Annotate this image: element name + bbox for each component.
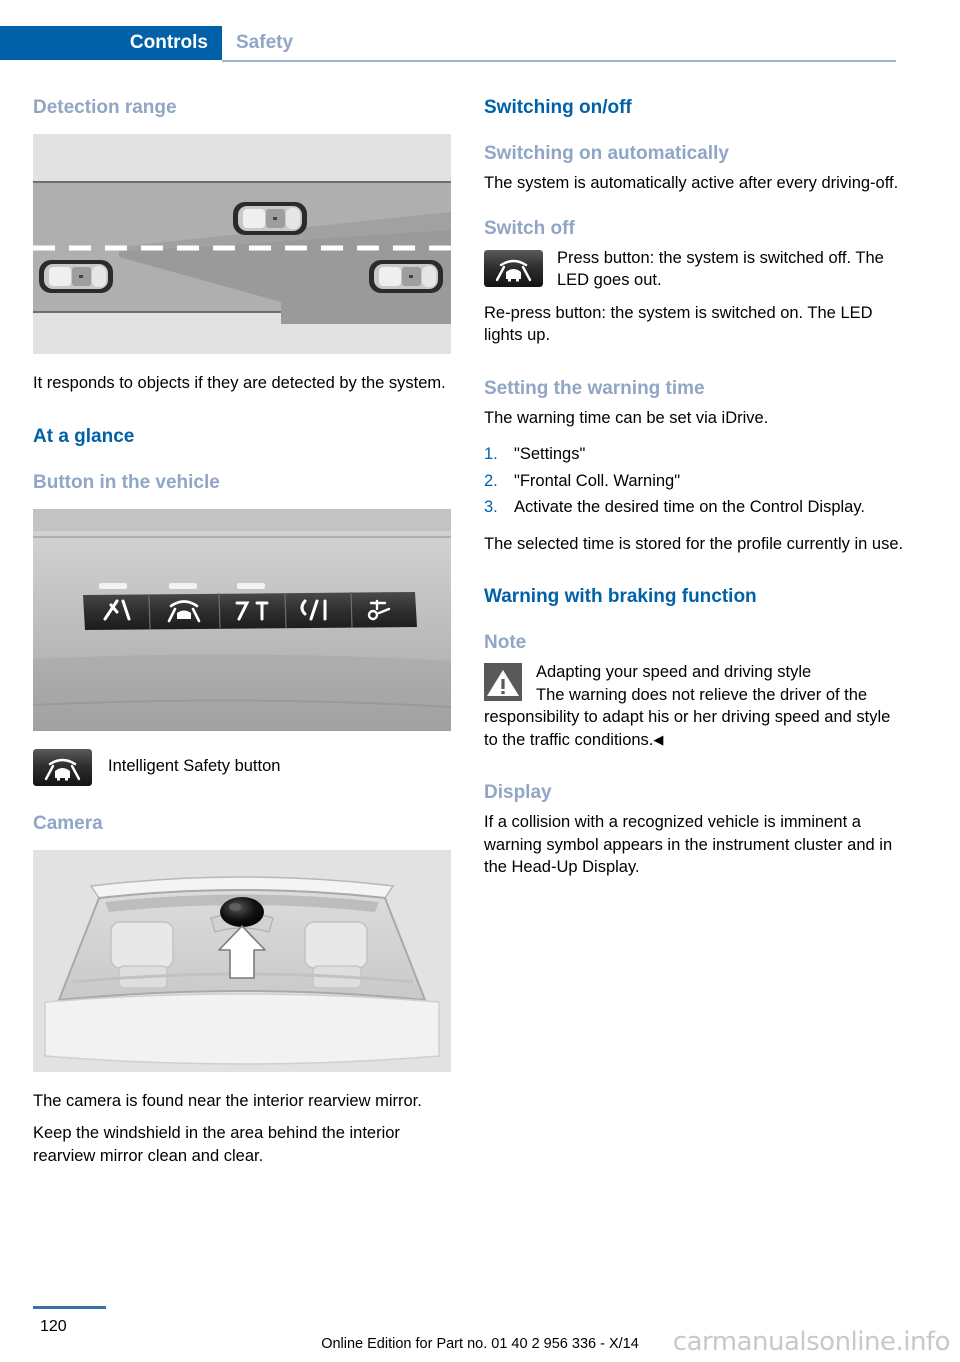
step-number: 2. xyxy=(484,471,498,490)
site-watermark: carmanualsonline.info xyxy=(672,1327,951,1357)
para-system-auto-active: The system is automatically active after… xyxy=(484,174,899,192)
heading-button-in-the-vehicle: Button in the vehicle xyxy=(33,471,220,493)
warning-triangle-icon xyxy=(484,663,522,701)
figure-button-panel xyxy=(33,508,451,731)
tab-controls[interactable]: Controls xyxy=(0,26,222,60)
heading-setting-the-warning-time: Setting the warning time xyxy=(484,377,705,399)
heading-switching-on-automatically: Switching on automatically xyxy=(484,143,729,164)
para-selected-time-stored: The selected time is stored for the prof… xyxy=(484,534,904,553)
page-number: 120 xyxy=(40,1318,67,1335)
tab-safety-label: Safety xyxy=(236,32,294,53)
heading-display: Display xyxy=(484,782,552,803)
list-item: 2. "Frontal Coll. Warning" xyxy=(484,470,904,493)
step-text: Activate the desired time on the Control… xyxy=(514,498,865,516)
heading-warning-with-braking-function: Warning with braking function xyxy=(484,586,757,607)
note-body: The warning does not relieve the driver … xyxy=(484,684,904,752)
note-block: Adapting your speed and driving style Th… xyxy=(484,661,904,751)
heading-at-a-glance: At a glance xyxy=(33,425,135,447)
tab-controls-label: Controls xyxy=(129,32,208,53)
figure-detection-range xyxy=(33,134,451,354)
tab-safety[interactable]: Safety xyxy=(236,26,293,60)
para-responds-to-objects: It responds to objects if they are detec… xyxy=(33,374,446,392)
footer-divider xyxy=(33,1306,106,1309)
step-number: 1. xyxy=(484,445,498,463)
para-camera-location: The camera is found near the interior re… xyxy=(33,1091,422,1110)
para-warning-time-idrive: The warning time can be set via iDrive. xyxy=(484,408,769,427)
heading-note: Note xyxy=(484,632,527,653)
right-column: Switching on/off Switching on automatica… xyxy=(484,96,904,879)
note-end-mark: ◀ xyxy=(653,731,664,747)
left-column: Detection range It responds to objects i… xyxy=(33,96,453,1167)
warning-time-steps: 1. "Settings" 2. "Frontal Coll. Warning"… xyxy=(484,443,904,519)
heading-switch-off: Switch off xyxy=(484,217,575,239)
caption-intelligent-safety-button: Intelligent Safety button xyxy=(108,756,281,775)
heading-detection-range: Detection range xyxy=(33,97,177,118)
step-text: "Settings" xyxy=(514,445,586,463)
note-body-text: The warning does not relieve the driver … xyxy=(484,685,891,749)
intelligent-safety-button-icon xyxy=(484,249,543,287)
intelligent-safety-button-icon xyxy=(33,748,92,786)
step-number: 3. xyxy=(484,498,498,516)
page-header: Controls Safety xyxy=(0,26,960,62)
figure-windshield-camera xyxy=(33,849,451,1072)
step-text: "Frontal Coll. Warning" xyxy=(514,471,681,490)
para-press-button: Press button: the system is switched off… xyxy=(557,248,884,290)
caption-row-intelligent-safety: Intelligent Safety button xyxy=(33,748,453,786)
para-keep-windshield-clean: Keep the windshield in the area behind t… xyxy=(33,1124,400,1165)
para-display-body: If a collision with a recognized vehicle… xyxy=(484,813,893,876)
list-item: 3. Activate the desired time on the Cont… xyxy=(484,496,904,519)
list-item: 1. "Settings" xyxy=(484,443,904,466)
header-divider xyxy=(222,60,896,62)
switch-off-block: Press button: the system is switched off… xyxy=(484,247,904,292)
para-repress-button: Re-press button: the system is switched … xyxy=(484,303,873,345)
heading-camera: Camera xyxy=(33,812,103,834)
heading-switching-on-off: Switching on/off xyxy=(484,97,632,118)
note-title: Adapting your speed and driving style xyxy=(536,663,812,681)
